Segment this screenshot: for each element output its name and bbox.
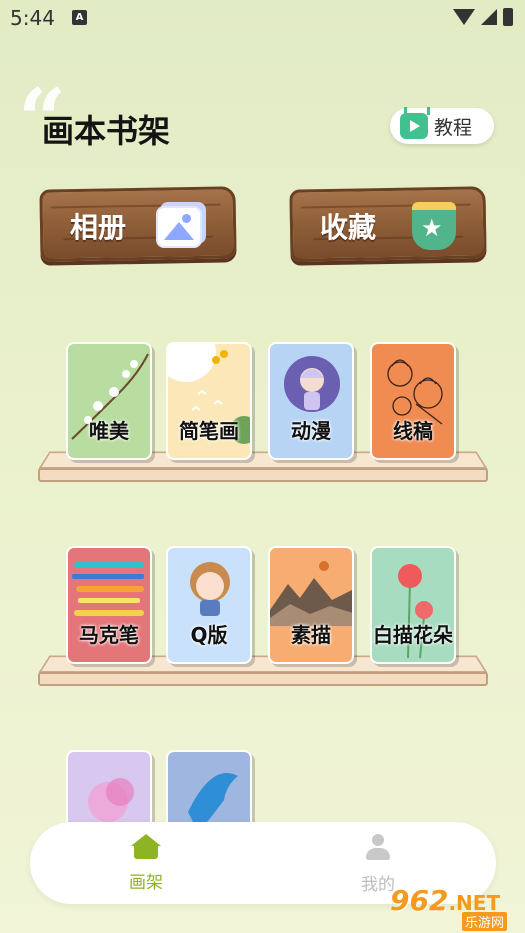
wood-board <box>39 186 237 262</box>
wifi-icon <box>453 9 475 25</box>
notification-icon: A <box>72 10 87 25</box>
user-icon <box>364 834 392 862</box>
watermark-sub: 乐游网 <box>462 912 508 931</box>
book-label: 唯美 <box>89 419 129 443</box>
book-label: 简笔画 <box>179 419 239 443</box>
book-dongman[interactable]: 动漫 <box>268 342 354 460</box>
nav-tab-easel[interactable]: 画架 <box>106 832 186 896</box>
battery-icon <box>503 8 513 26</box>
status-time: 5:44 <box>10 6 55 30</box>
album-sign-button[interactable]: 相册 <box>39 180 237 272</box>
home-icon <box>131 834 161 860</box>
status-indicators <box>453 8 513 26</box>
book-makebi[interactable]: 马克笔 <box>66 546 152 664</box>
tutorial-button[interactable]: 教程 <box>390 108 494 144</box>
book-jianbihua[interactable]: 简笔画 <box>166 342 252 460</box>
tutorial-label: 教程 <box>434 116 473 139</box>
wood-board <box>289 186 487 262</box>
book-weimei[interactable]: 唯美 <box>66 342 152 460</box>
book-baimiao-huaduo[interactable]: 白描花朵 <box>370 546 456 664</box>
favorites-label: 收藏 <box>320 211 377 244</box>
nav-label: 画架 <box>129 873 163 893</box>
book-label: 线稿 <box>393 419 433 443</box>
book-qban[interactable]: Q版 <box>166 546 252 664</box>
album-icon <box>156 206 202 248</box>
book-label: Q版 <box>190 623 228 647</box>
status-bar: 5:44 A <box>0 0 525 36</box>
watermark-logo: 962.NET 乐游网 <box>390 884 520 931</box>
signal-icon <box>481 9 497 25</box>
page-title: 画本书架 <box>42 112 171 150</box>
watermark-number: 962 <box>390 884 449 917</box>
book-label: 白描花朵 <box>373 623 453 647</box>
book-xiangao[interactable]: 线稿 <box>370 342 456 460</box>
star-badge-icon <box>412 202 456 250</box>
favorites-sign-button[interactable]: 收藏 <box>289 180 487 272</box>
book-label: 素描 <box>291 623 331 647</box>
book-sumiao[interactable]: 素描 <box>268 546 354 664</box>
album-label: 相册 <box>70 211 127 244</box>
book-label: 动漫 <box>291 419 331 443</box>
tv-play-icon <box>400 113 428 139</box>
book-label: 马克笔 <box>79 623 139 647</box>
